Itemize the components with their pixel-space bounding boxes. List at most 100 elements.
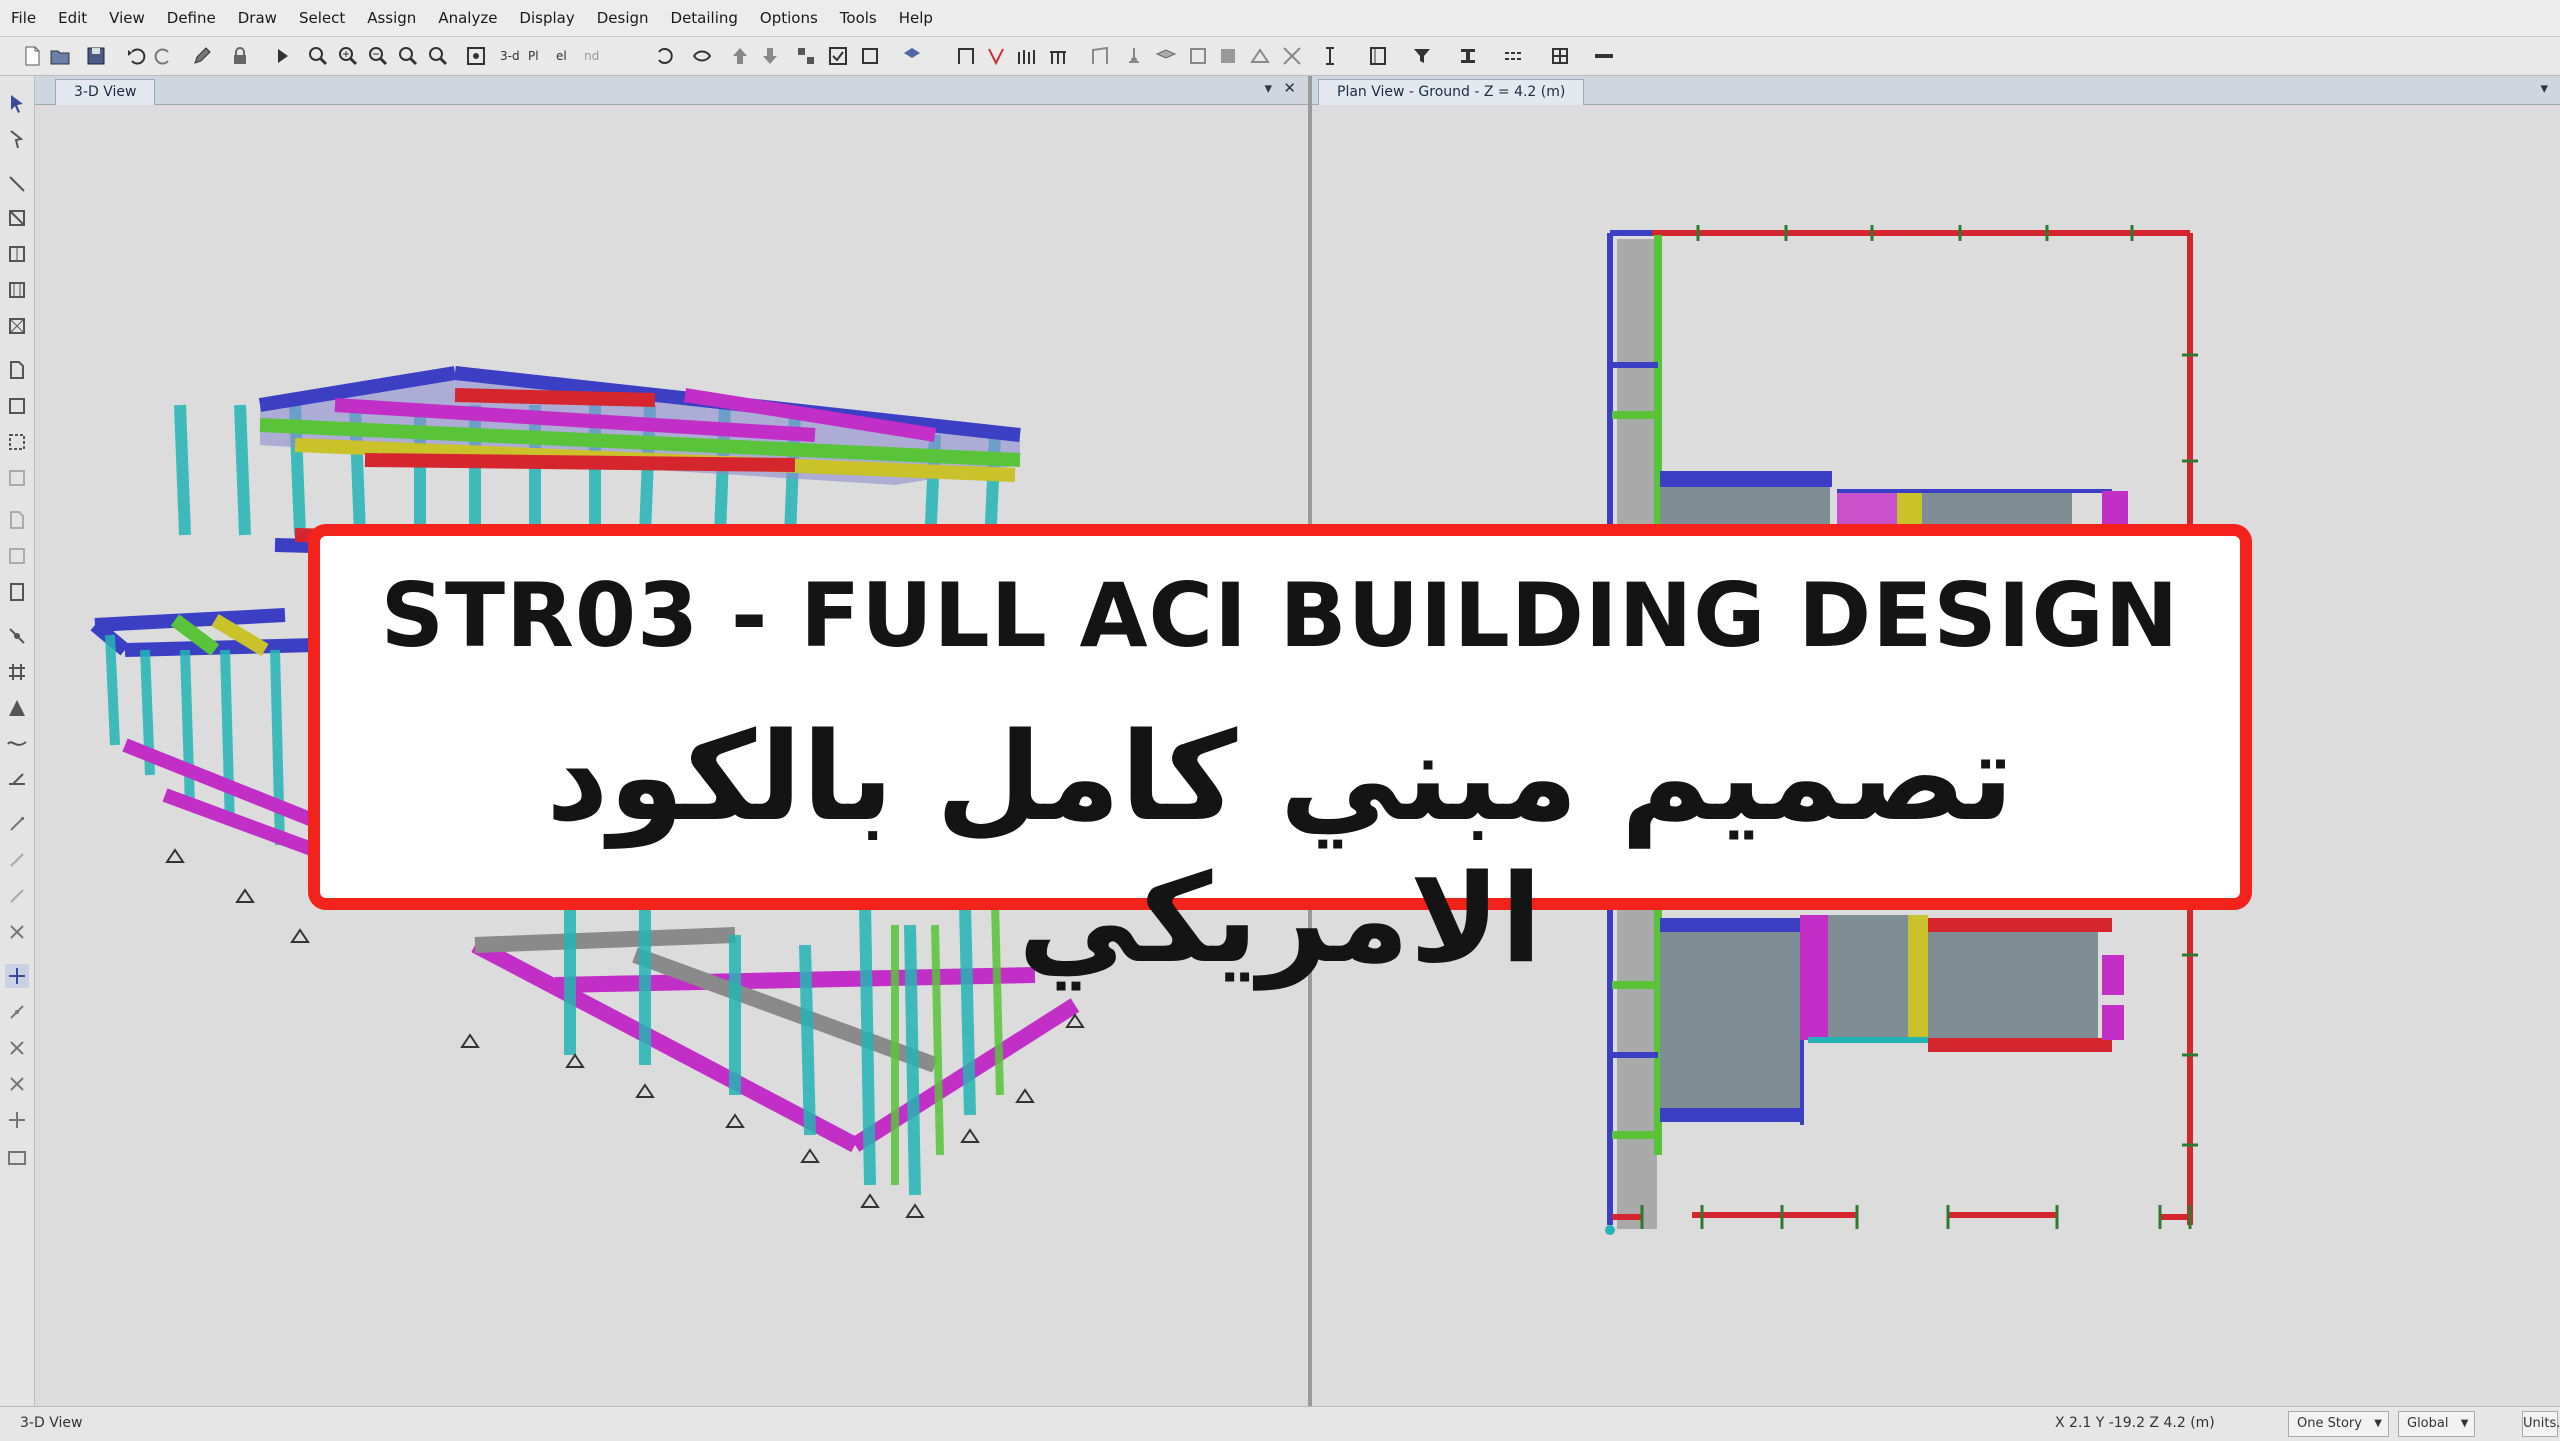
draw-link-tool-icon[interactable] [5, 624, 29, 648]
draw-link-icon[interactable] [1122, 44, 1146, 68]
undo-icon[interactable] [124, 44, 148, 68]
draw-rect-area-icon[interactable] [5, 394, 29, 418]
snap-to-points-icon[interactable] [5, 812, 29, 836]
move-down-icon[interactable] [758, 44, 782, 68]
menu-view[interactable]: View [98, 0, 156, 36]
draw-dimension-tool-icon[interactable] [5, 766, 29, 790]
save-icon[interactable] [84, 44, 108, 68]
draw-slab-icon[interactable] [1154, 44, 1178, 68]
zoom-out-icon[interactable] [366, 44, 390, 68]
menu-assign[interactable]: Assign [356, 0, 427, 36]
reshape-icon[interactable] [1280, 44, 1304, 68]
zoom-previous-icon[interactable] [426, 44, 450, 68]
menu-edit[interactable]: Edit [47, 0, 98, 36]
pane-dropdown-icon-right[interactable]: ▾ [2540, 79, 2548, 97]
run-analysis-icon[interactable] [270, 44, 294, 68]
new-model-icon[interactable] [20, 44, 44, 68]
i-section-icon[interactable] [1456, 44, 1480, 68]
chevron-down-icon: ▼ [2374, 1418, 2382, 1429]
redo-icon[interactable] [152, 44, 176, 68]
show-loads-icon[interactable] [900, 44, 924, 68]
pane-tab-strip: 3-D View ▾ ✕ [35, 76, 1308, 105]
line-style-icon[interactable] [1502, 44, 1526, 68]
snap-options-icon[interactable] [5, 1146, 29, 1170]
set-display-options-icon[interactable] [826, 44, 850, 68]
snap-to-ends-icon[interactable] [5, 848, 29, 872]
quick-draw-area-icon[interactable] [5, 430, 29, 454]
filter-icon[interactable] [1410, 44, 1434, 68]
draw-beams-icon[interactable] [1046, 44, 1070, 68]
wall-stack-icon[interactable] [5, 580, 29, 604]
draw-tendon-icon[interactable] [5, 730, 29, 754]
left-toolbar [0, 76, 35, 1406]
draw-wall-stack-icon[interactable] [1248, 44, 1272, 68]
lock-icon[interactable] [228, 44, 252, 68]
menu-help[interactable]: Help [888, 0, 944, 36]
pan-icon[interactable] [464, 44, 488, 68]
draw-brace-icon[interactable] [984, 44, 1008, 68]
zoom-in-icon[interactable] [336, 44, 360, 68]
coord-system-selector[interactable]: Global ▼ [2398, 1411, 2476, 1437]
move-up-icon[interactable] [728, 44, 752, 68]
draw-opening-icon[interactable] [1186, 44, 1210, 68]
section-designer-icon[interactable] [1366, 44, 1390, 68]
menu-options[interactable]: Options [749, 0, 829, 36]
menu-display[interactable]: Display [508, 0, 585, 36]
pane-close-icon[interactable]: ✕ [1283, 79, 1296, 97]
draw-line-tool-icon[interactable] [5, 172, 29, 196]
menu-define[interactable]: Define [156, 0, 227, 36]
tab-3d-view[interactable]: 3-D View [55, 79, 156, 105]
elevation-view-button[interactable]: el [556, 44, 580, 68]
units-button[interactable]: Units... [2522, 1411, 2560, 1437]
draw-x-brace-icon[interactable] [5, 314, 29, 338]
snap-to-lines-icon[interactable] [5, 964, 29, 988]
snap-to-intersections-icon[interactable] [5, 884, 29, 908]
menu-file[interactable]: File [0, 0, 47, 36]
dimension-icon[interactable] [1592, 44, 1616, 68]
menu-tools[interactable]: Tools [829, 0, 888, 36]
nd-view-button[interactable]: nd [584, 44, 608, 68]
snap-midpoint-icon[interactable] [5, 1036, 29, 1060]
draw-floor-icon[interactable] [5, 358, 29, 382]
draw-brace-tool-icon[interactable] [5, 206, 29, 230]
draw-section-cut-tool-icon[interactable] [5, 696, 29, 720]
select-pointer-icon[interactable] [5, 92, 29, 116]
draw-area-icon[interactable] [1216, 44, 1240, 68]
perspective-icon[interactable] [690, 44, 714, 68]
menu-draw[interactable]: Draw [227, 0, 288, 36]
tab-plan-view[interactable]: Plan View - Ground - Z = 4.2 (m) [1318, 79, 1585, 105]
section-cut-icon[interactable] [1318, 44, 1342, 68]
snap-perpendicular-icon[interactable] [5, 920, 29, 944]
draw-grid-beam-icon[interactable] [5, 242, 29, 266]
coord-system-value: Global [2407, 1416, 2449, 1431]
menu-design[interactable]: Design [586, 0, 660, 36]
menu-analyze[interactable]: Analyze [427, 0, 508, 36]
draw-grid-tool-icon[interactable] [5, 660, 29, 684]
banner-subtitle-arabic: تصميم مبني كامل بالكود الامريكي [546, 706, 2014, 990]
menu-detailing[interactable]: Detailing [660, 0, 749, 36]
snap-parallel-icon[interactable] [5, 1108, 29, 1132]
reshape-pointer-icon[interactable] [5, 128, 29, 152]
draw-wall-icon[interactable] [1088, 44, 1112, 68]
draw-frame-icon[interactable] [954, 44, 978, 68]
draw-opening-tool-icon[interactable] [5, 466, 29, 490]
plan-view-button[interactable]: Pl [528, 44, 552, 68]
snap-to-grid-icon[interactable] [5, 1000, 29, 1024]
snap-extension-icon[interactable] [5, 1072, 29, 1096]
rotate-icon[interactable] [652, 44, 676, 68]
show-undeformed-icon[interactable] [858, 44, 882, 68]
view-3d-button[interactable]: 3-d [500, 44, 524, 68]
draw-wall-tool-icon[interactable] [5, 508, 29, 532]
zoom-all-icon[interactable] [396, 44, 420, 68]
draw-secondary-beam-icon[interactable] [5, 278, 29, 302]
draw-columns-icon[interactable] [1014, 44, 1038, 68]
zoom-window-icon[interactable] [306, 44, 330, 68]
pencil-icon[interactable] [190, 44, 214, 68]
pane-dropdown-icon[interactable]: ▾ [1264, 79, 1272, 97]
menu-select[interactable]: Select [288, 0, 356, 36]
quick-wall-icon[interactable] [5, 544, 29, 568]
grid-options-icon[interactable] [1548, 44, 1572, 68]
open-icon[interactable] [48, 44, 72, 68]
story-selector[interactable]: One Story ▼ [2288, 1411, 2389, 1437]
object-shrink-icon[interactable] [794, 44, 818, 68]
